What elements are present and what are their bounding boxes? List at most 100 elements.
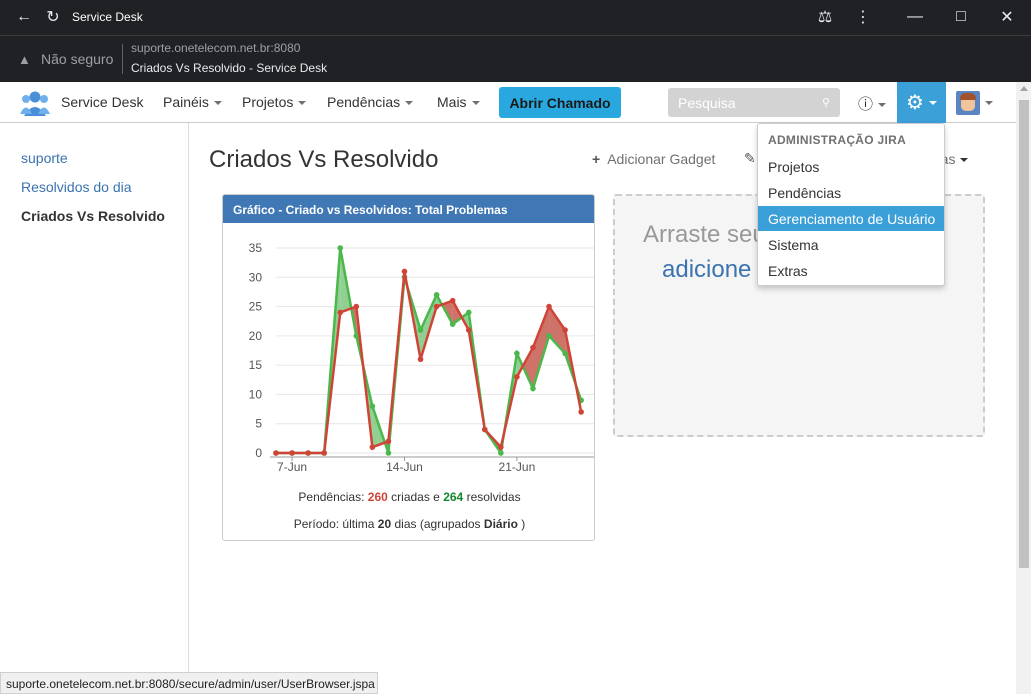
summary-prefix: Pendências: — [298, 490, 365, 504]
resolved-count: 264 — [443, 490, 464, 504]
chevron-down-icon — [213, 101, 222, 106]
created-data-point — [433, 303, 440, 310]
address-bar[interactable]: ▲ Não seguro suporte.onetelecom.net.br:8… — [0, 35, 1031, 82]
created-data-point — [498, 444, 504, 450]
service-desk-logo-icon[interactable] — [20, 90, 50, 116]
nav-label: Projetos — [242, 94, 294, 110]
create-issue-button[interactable]: Abrir Chamado — [499, 87, 621, 118]
close-icon[interactable]: ✕ — [997, 7, 1017, 27]
y-tick-label: 5 — [255, 417, 262, 431]
chevron-down-icon — [405, 101, 414, 106]
created-data-point — [305, 450, 311, 456]
user-menu[interactable] — [956, 91, 993, 115]
y-tick-label: 15 — [249, 358, 263, 372]
brand-name[interactable]: Service Desk — [61, 94, 143, 110]
period-days: 20 — [377, 517, 392, 531]
created-data-point — [337, 309, 344, 316]
admin-menu-heading: ADMINISTRAÇÃO JIRA — [768, 133, 907, 147]
security-label[interactable]: Não seguro — [41, 51, 113, 67]
created-vs-resolved-chart: 0 5 10 15 20 25 30 35 7-Jun 14-Jun 21-Jun — [249, 241, 594, 473]
page-title: Criados Vs Resolvido — [209, 146, 439, 173]
admin-item-extras[interactable]: Extras — [758, 258, 944, 283]
y-tick-label: 25 — [249, 300, 263, 314]
created-data-point — [417, 356, 424, 363]
admin-dropdown-menu: ADMINISTRAÇÃO JIRA Projetos Pendências G… — [757, 123, 945, 286]
admin-item-pendencias[interactable]: Pendências — [758, 180, 944, 205]
sidebar-item-suporte[interactable]: suporte — [21, 150, 68, 166]
created-data-point — [401, 268, 408, 275]
menu-dots-icon[interactable]: ⋮ — [853, 7, 873, 27]
nav-label: Painéis — [163, 94, 209, 110]
minimize-icon[interactable]: — — [905, 7, 925, 27]
created-data-point — [562, 327, 568, 333]
nav-paineis[interactable]: Painéis — [163, 94, 222, 110]
search-input[interactable] — [668, 88, 808, 117]
admin-item-projetos[interactable]: Projetos — [758, 154, 944, 179]
search-icon[interactable]: ⚲ — [822, 96, 830, 109]
nav-projetos[interactable]: Projetos — [242, 94, 307, 110]
add-gadget-label: Adicionar Gadget — [607, 151, 716, 167]
maximize-icon[interactable]: □ — [951, 7, 971, 27]
gear-icon: ⚙ — [906, 92, 924, 114]
y-tick-label: 10 — [249, 387, 263, 401]
gadget-period: Período: última 20 dias (agrupados Diári… — [223, 517, 596, 531]
edit-layout-icon[interactable]: ✎ — [744, 150, 756, 167]
resolved-data-point — [385, 450, 392, 456]
created-data-point — [369, 444, 376, 450]
created-data-point — [449, 297, 456, 304]
summary-suffix: resolvidas — [466, 490, 521, 504]
x-tick-label: 7-Jun — [277, 460, 307, 473]
dashboard-sidebar: suporte Resolvidos do dia Criados Vs Res… — [0, 123, 189, 694]
created-data-point — [514, 374, 520, 380]
app-header: Service Desk Painéis Projetos Pendências… — [0, 82, 1016, 123]
y-tick-label: 20 — [249, 329, 263, 343]
help-button[interactable]: ⓘ — [858, 93, 887, 114]
resolved-data-point — [530, 385, 536, 392]
avatar — [956, 91, 980, 115]
resolved-data-point — [546, 333, 552, 339]
sidebar-item-resolvidos[interactable]: Resolvidos do dia — [21, 179, 132, 195]
resolved-data-point — [337, 245, 344, 251]
plus-icon: + — [592, 151, 601, 167]
nav-pendencias[interactable]: Pendências — [327, 94, 414, 110]
back-arrow-icon[interactable]: ← — [14, 7, 34, 27]
period-mid: dias (agrupados — [394, 517, 481, 531]
scroll-up-icon[interactable] — [1020, 86, 1028, 91]
browser-status-url: suporte.onetelecom.net.br:8080/secure/ad… — [0, 672, 378, 694]
extensions-icon[interactable]: ⚖ — [815, 7, 835, 27]
chevron-down-icon — [985, 101, 993, 105]
dropzone-add-link[interactable]: adicione — [662, 256, 751, 284]
created-data-point — [546, 303, 552, 310]
nav-label: Pendências — [327, 94, 401, 110]
y-tick-label: 30 — [249, 270, 263, 284]
chevron-down-icon — [878, 103, 887, 108]
page-scrollbar[interactable] — [1016, 82, 1031, 694]
url-text[interactable]: suporte.onetelecom.net.br:8080 — [131, 41, 300, 55]
period-suffix: ) — [521, 517, 526, 531]
reload-icon[interactable]: ↻ — [43, 7, 63, 27]
resolved-data-point — [417, 327, 424, 333]
created-data-point — [273, 450, 279, 456]
chevron-down-icon — [960, 158, 969, 163]
nav-mais[interactable]: Mais — [437, 94, 480, 110]
resolved-data-point — [369, 403, 376, 409]
created-vs-resolved-gadget: Gráfico - Criado vs Resolvidos: Total Pr… — [222, 194, 595, 541]
gadget-title[interactable]: Gráfico - Criado vs Resolvidos: Total Pr… — [223, 195, 594, 223]
warning-icon: ▲ — [18, 52, 31, 67]
scrollbar-thumb[interactable] — [1019, 100, 1029, 568]
resolved-data-point — [449, 321, 456, 327]
period-group: Diário — [483, 517, 518, 531]
admin-item-gerenciamento-usuario[interactable]: Gerenciamento de Usuário — [758, 206, 944, 231]
sidebar-item-criados-vs-resolvido[interactable]: Criados Vs Resolvido — [21, 208, 165, 224]
add-gadget-button[interactable]: + Adicionar Gadget — [592, 151, 715, 167]
window-title: Service Desk — [72, 10, 143, 24]
created-data-point — [530, 344, 536, 351]
created-data-point — [578, 409, 584, 415]
period-prefix: Período: última — [293, 517, 375, 531]
admin-item-sistema[interactable]: Sistema — [758, 232, 944, 257]
x-tick-label: 14-Jun — [386, 460, 423, 473]
resolved-data-point — [433, 292, 440, 298]
search-box[interactable]: ⚲ — [668, 88, 840, 117]
chevron-down-icon — [471, 101, 480, 106]
admin-gear-button[interactable]: ⚙ — [897, 82, 946, 123]
